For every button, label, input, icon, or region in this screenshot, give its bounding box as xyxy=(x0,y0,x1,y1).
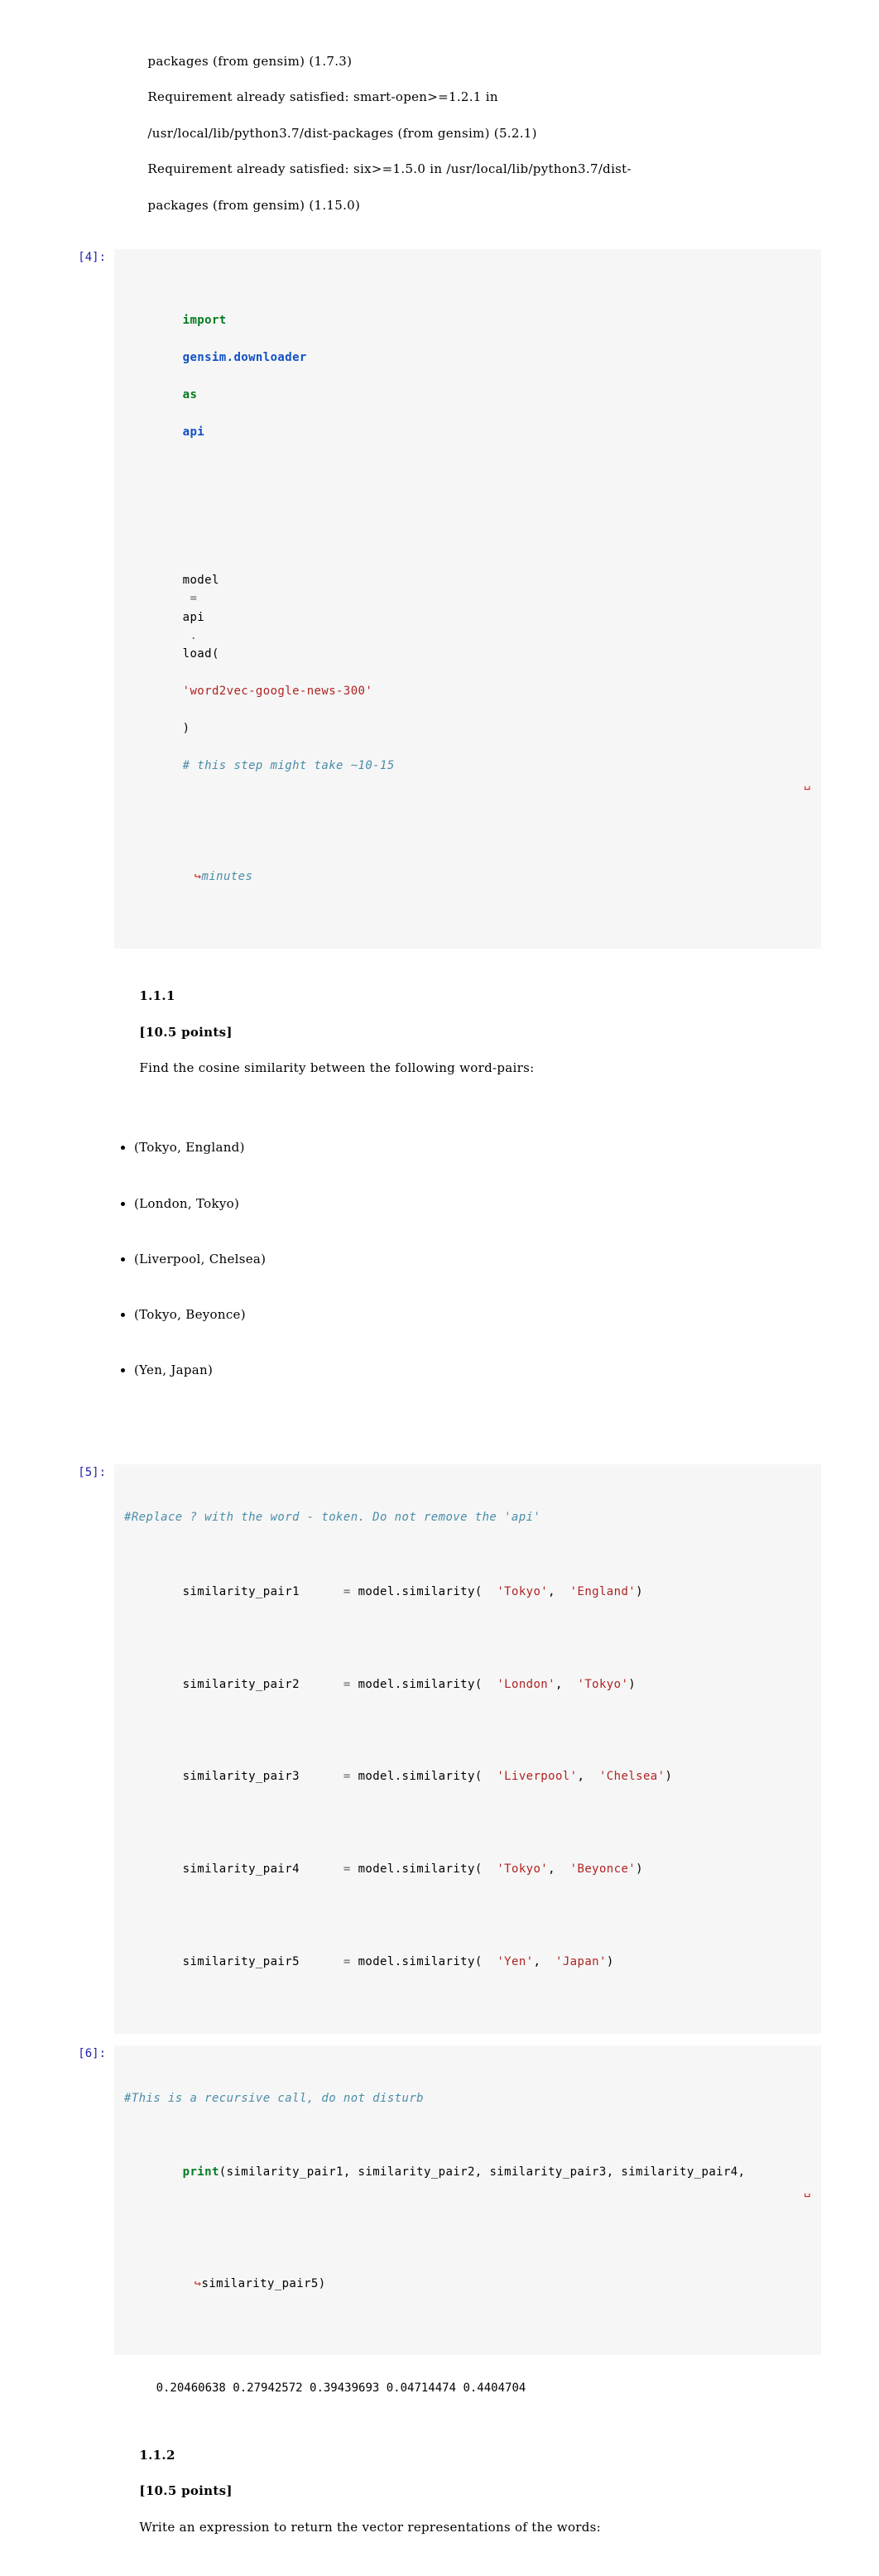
section-text: Write an expression to return the vector… xyxy=(139,2520,601,2535)
word-pair-list: (Tokyo, England) (London, Tokyo) (Liverp… xyxy=(134,1103,821,1417)
section-points: [10.5 points] xyxy=(139,1025,232,1040)
comment: #This is a recursive call, do not distur… xyxy=(124,2092,424,2105)
pip-line: packages (from gensim) (1.7.3) xyxy=(147,54,352,69)
code-cell-4: [4]: import gensim.downloader as api mod… xyxy=(58,249,821,948)
prompt-in-6: [6]: xyxy=(58,2045,114,2062)
markdown-1-1-1: 1.1.1 [10.5 points] Find the cosine simi… xyxy=(58,970,821,1457)
code-area-5[interactable]: #Replace ? with the word - token. Do not… xyxy=(114,1464,821,2034)
alias-api: api xyxy=(183,425,205,439)
stdout-6: 0.20460638 0.27942572 0.39439693 0.04714… xyxy=(114,2363,821,2414)
prompt-in-5: [5]: xyxy=(58,1464,114,1481)
pip-line: /usr/local/lib/python3.7/dist-packages (… xyxy=(147,126,536,141)
section-text: Find the cosine similarity between the f… xyxy=(139,1060,534,1075)
code-cell-6: [6]: #This is a recursive call, do not d… xyxy=(58,2045,821,2355)
prompt-in-4: [4]: xyxy=(58,249,114,266)
string-model-name: 'word2vec-google-news-300' xyxy=(183,685,373,698)
linewrap-glyph: ␣ xyxy=(797,775,811,793)
markdown-1-1-2: 1.1.2 [10.5 points] Write an expression … xyxy=(58,2429,821,2576)
page: packages (from gensim) (1.7.3) Requireme… xyxy=(0,0,879,2576)
pip-output-cell: packages (from gensim) (1.7.3) Requireme… xyxy=(58,35,821,233)
section-number: 1.1.2 xyxy=(139,2448,175,2463)
list-item: (Tokyo, England) xyxy=(134,1139,821,1157)
continuation-icon: ↪ xyxy=(195,2277,202,2290)
list-item: (Yen, Japan) xyxy=(134,1362,821,1380)
keyword-import: import xyxy=(183,314,227,327)
comment: # this step might take ~10-15 xyxy=(183,759,395,772)
code-cell-5: [5]: #Replace ? with the word - token. D… xyxy=(58,1464,821,2034)
code-area-4[interactable]: import gensim.downloader as api model = … xyxy=(114,249,821,948)
code-area-6[interactable]: #This is a recursive call, do not distur… xyxy=(114,2045,821,2355)
section-number: 1.1.1 xyxy=(139,988,175,1003)
list-item: (London, Tokyo) xyxy=(134,1195,821,1214)
linewrap-glyph: ␣ xyxy=(797,2182,811,2200)
markdown-body: 1.1.1 [10.5 points] Find the cosine simi… xyxy=(114,970,821,1457)
section-points: [10.5 points] xyxy=(139,2483,232,2498)
list-item: (Liverpool, Chelsea) xyxy=(134,1251,821,1269)
builtin-print: print xyxy=(183,2165,219,2179)
module-gensim-downloader: gensim.downloader xyxy=(183,351,307,364)
pip-line: Requirement already satisfied: six>=1.5.… xyxy=(147,161,631,176)
output-cell-6: 0.20460638 0.27942572 0.39439693 0.04714… xyxy=(58,2363,821,2414)
keyword-as: as xyxy=(183,388,198,401)
pip-output: packages (from gensim) (1.7.3) Requireme… xyxy=(122,35,821,233)
comment: #Replace ? with the word - token. Do not… xyxy=(124,1511,540,1524)
pip-line: packages (from gensim) (1.15.0) xyxy=(147,198,360,213)
markdown-body: 1.1.2 [10.5 points] Write an expression … xyxy=(114,2429,821,2576)
var-model: model xyxy=(183,574,219,587)
pip-line: Requirement already satisfied: smart-ope… xyxy=(147,89,497,104)
list-item: (Tokyo, Beyonce) xyxy=(134,1306,821,1324)
word-list: Tokyo England London Tokyo Chelsea Yen xyxy=(134,2561,821,2576)
